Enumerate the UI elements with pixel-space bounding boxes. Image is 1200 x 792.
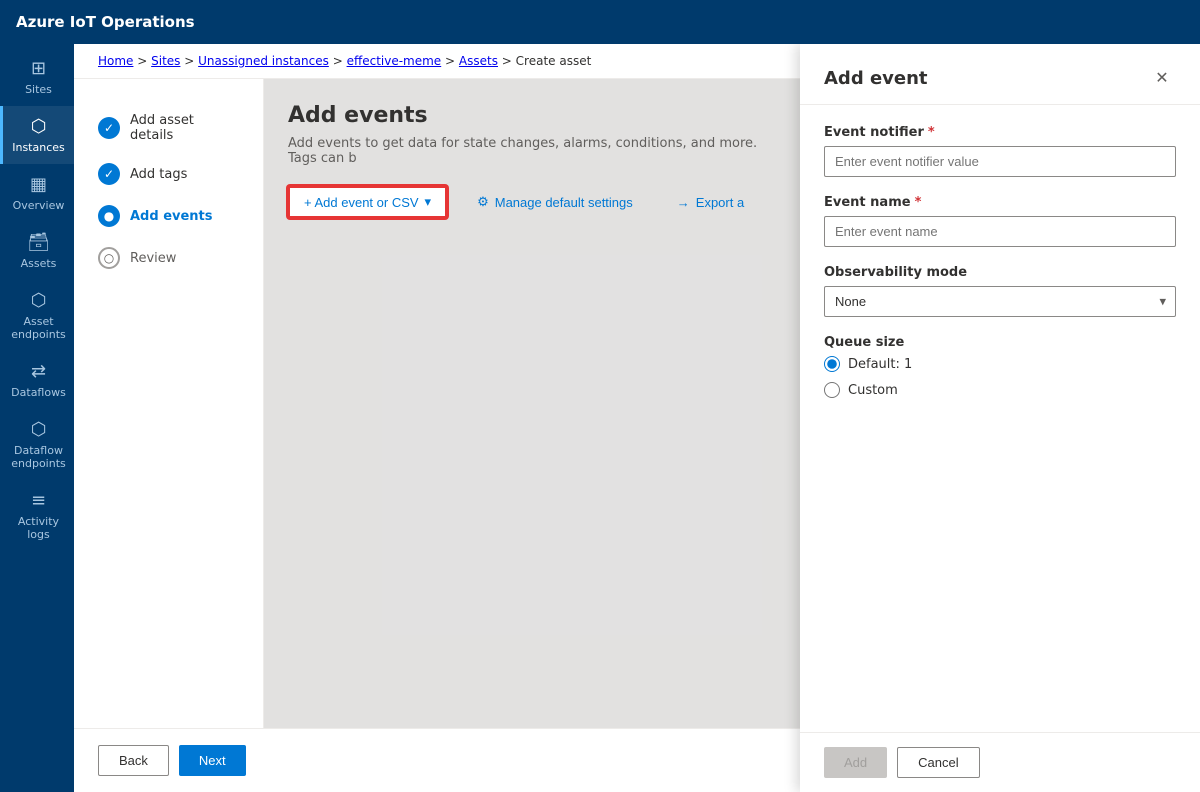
asset-endpoints-icon: ⬡: [31, 290, 47, 311]
sidebar-item-label: Dataflow endpoints: [7, 444, 70, 470]
step-label: Add events: [130, 209, 213, 224]
main-layout: ⊞ Sites ⬡ Instances ▦ Overview 🗃 Assets …: [0, 44, 1200, 792]
breadcrumb-assets[interactable]: Assets: [459, 54, 498, 68]
cancel-button[interactable]: Cancel: [897, 747, 979, 778]
step-icon-completed: ✓: [98, 163, 120, 185]
required-star-2: *: [915, 195, 922, 210]
panel-title: Add event: [824, 68, 928, 89]
sidebar-item-label: Instances: [12, 141, 65, 154]
step-icon-completed: ✓: [98, 117, 120, 139]
add-event-or-csv-button[interactable]: + Add event or CSV ▾: [288, 186, 447, 218]
sidebar-item-label: Assets: [21, 257, 57, 270]
sidebar-item-dataflows[interactable]: ⇄ Dataflows: [0, 351, 74, 409]
wizard-steps: ✓ Add asset details ✓ Add tags ● Add eve…: [74, 79, 264, 728]
observability-mode-select[interactable]: None Log Gauge Counter Histogram: [824, 286, 1176, 317]
manage-label: Manage default settings: [495, 195, 633, 210]
sidebar-item-dataflow-endpoints[interactable]: ⬡ Dataflow endpoints: [0, 409, 74, 480]
event-notifier-input[interactable]: [824, 146, 1176, 177]
instances-icon: ⬡: [31, 116, 47, 137]
back-button[interactable]: Back: [98, 745, 169, 776]
event-name-label: Event name *: [824, 195, 1176, 210]
export-icon: →: [677, 195, 690, 210]
sites-icon: ⊞: [31, 58, 46, 79]
dropdown-arrow-icon: ▾: [425, 194, 432, 210]
panel-header: Add event ✕: [800, 44, 1200, 105]
sidebar: ⊞ Sites ⬡ Instances ▦ Overview 🗃 Assets …: [0, 44, 74, 792]
required-star: *: [928, 125, 935, 140]
sidebar-item-sites[interactable]: ⊞ Sites: [0, 48, 74, 106]
queue-size-label: Queue size: [824, 335, 1176, 350]
breadcrumb-effective-meme[interactable]: effective-meme: [347, 54, 442, 68]
sidebar-item-label: Activity logs: [7, 515, 70, 541]
next-button[interactable]: Next: [179, 745, 246, 776]
add-event-panel: Add event ✕ Event notifier * Event name: [800, 44, 1200, 792]
manage-default-settings-button[interactable]: ⚙ Manage default settings: [463, 188, 647, 216]
dataflows-icon: ⇄: [31, 361, 46, 382]
export-label: Export a: [696, 195, 744, 210]
observability-mode-field-group: Observability mode None Log Gauge Counte…: [824, 265, 1176, 317]
add-button[interactable]: Add: [824, 747, 887, 778]
dataflow-endpoints-icon: ⬡: [31, 419, 47, 440]
step-label: Add tags: [130, 167, 187, 182]
event-notifier-label: Event notifier *: [824, 125, 1176, 140]
step-icon-active: ●: [98, 205, 120, 227]
wizard-step-add-asset-details[interactable]: ✓ Add asset details: [90, 103, 247, 153]
gear-icon: ⚙: [477, 194, 489, 210]
close-panel-button[interactable]: ✕: [1148, 64, 1176, 92]
queue-size-custom-label: Custom: [848, 383, 898, 398]
sidebar-item-label: Overview: [13, 199, 65, 212]
queue-size-field-group: Queue size Default: 1 Custom: [824, 335, 1176, 398]
panel-body: Event notifier * Event name *: [800, 105, 1200, 732]
event-notifier-field-group: Event notifier *: [824, 125, 1176, 177]
sidebar-item-asset-endpoints[interactable]: ⬡ Asset endpoints: [0, 280, 74, 351]
assets-icon: 🗃: [27, 232, 50, 253]
sidebar-item-activity-logs[interactable]: ≡ Activity logs: [0, 480, 74, 551]
content-area: Home > Sites > Unassigned instances > ef…: [74, 44, 1200, 792]
sidebar-item-label: Sites: [25, 83, 52, 96]
queue-size-default-option[interactable]: Default: 1: [824, 356, 1176, 372]
export-button[interactable]: → Export a: [663, 189, 758, 216]
sidebar-item-instances[interactable]: ⬡ Instances: [0, 106, 74, 164]
top-bar: Azure IoT Operations: [0, 0, 1200, 44]
observability-mode-select-wrapper: None Log Gauge Counter Histogram: [824, 286, 1176, 317]
activity-logs-icon: ≡: [31, 490, 46, 511]
overview-icon: ▦: [30, 174, 47, 195]
step-label: Review: [130, 251, 176, 266]
page-description: Add events to get data for state changes…: [288, 136, 788, 166]
add-event-label: + Add event or CSV: [304, 195, 419, 210]
breadcrumb-current: Create asset: [516, 54, 592, 68]
breadcrumb-sites[interactable]: Sites: [151, 54, 180, 68]
wizard-step-add-tags[interactable]: ✓ Add tags: [90, 153, 247, 195]
breadcrumb-unassigned[interactable]: Unassigned instances: [198, 54, 329, 68]
event-name-field-group: Event name *: [824, 195, 1176, 247]
queue-size-default-radio[interactable]: [824, 356, 840, 372]
sidebar-item-overview[interactable]: ▦ Overview: [0, 164, 74, 222]
wizard-step-add-events[interactable]: ● Add events: [90, 195, 247, 237]
sidebar-item-label: Dataflows: [11, 386, 66, 399]
event-name-input[interactable]: [824, 216, 1176, 247]
breadcrumb-home[interactable]: Home: [98, 54, 133, 68]
queue-size-default-label: Default: 1: [848, 357, 912, 372]
step-label: Add asset details: [130, 113, 239, 143]
queue-size-radio-group: Default: 1 Custom: [824, 356, 1176, 398]
queue-size-custom-radio[interactable]: [824, 382, 840, 398]
observability-mode-label: Observability mode: [824, 265, 1176, 280]
sidebar-item-label: Asset endpoints: [7, 315, 70, 341]
sidebar-item-assets[interactable]: 🗃 Assets: [0, 222, 74, 280]
app-title: Azure IoT Operations: [16, 13, 195, 31]
step-icon-pending: ○: [98, 247, 120, 269]
wizard-step-review[interactable]: ○ Review: [90, 237, 247, 279]
panel-footer: Add Cancel: [800, 732, 1200, 792]
queue-size-custom-option[interactable]: Custom: [824, 382, 1176, 398]
